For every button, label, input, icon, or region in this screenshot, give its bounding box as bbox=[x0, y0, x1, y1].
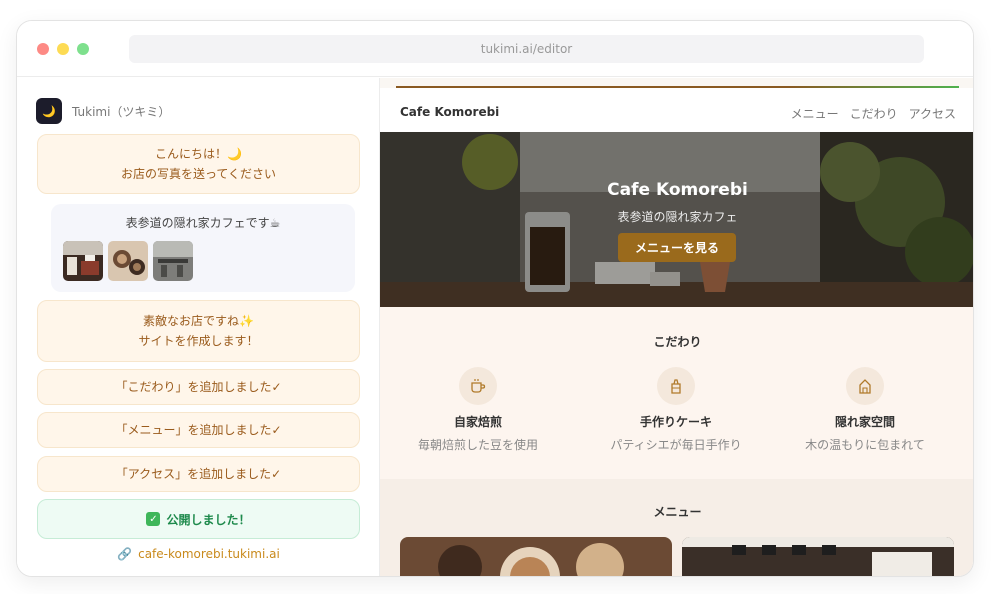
browser-window: tukimi.ai/editor 🌙 Tukimi（ツキミ） こんにちは！🌙 お… bbox=[16, 20, 974, 577]
nav-item-menu[interactable]: メニュー bbox=[791, 105, 839, 122]
nav-item-access[interactable]: アクセス bbox=[909, 105, 956, 122]
feature-desc: 毎朝焙煎した豆を使用 bbox=[417, 438, 538, 452]
preview-progress-line bbox=[396, 86, 959, 88]
cake-icon bbox=[657, 367, 695, 405]
feature-roasting: 自家焙煎 毎朝焙煎した豆を使用 bbox=[388, 367, 568, 453]
status-text: 「アクセス」を追加しました✓ bbox=[115, 467, 282, 481]
status-message-access: 「アクセス」を追加しました✓ bbox=[37, 456, 360, 492]
feature-cake: 手作りケーキ パティシエが毎日手作り bbox=[586, 367, 766, 453]
reply-line-2: サイトを作成します！ bbox=[138, 334, 259, 348]
feature-name: 隠れ家空間 bbox=[834, 415, 895, 429]
view-menu-button[interactable]: メニューを見る bbox=[618, 233, 736, 262]
check-icon: ✓ bbox=[146, 512, 161, 526]
menu-photo bbox=[400, 537, 672, 576]
coffee-cup-icon bbox=[459, 367, 497, 405]
greeting-line-1: こんにちは！🌙 bbox=[155, 147, 242, 161]
app-name: Tukimi（ツキミ） bbox=[72, 104, 171, 119]
photo-thumbnail[interactable] bbox=[63, 241, 103, 281]
house-icon bbox=[846, 367, 884, 405]
feature-desc: パティシエが毎日手作り bbox=[610, 438, 742, 452]
kodawari-section: こだわり 自家焙煎 毎朝焙煎した豆を使用 手作りケーキ パティシエが毎日手作り bbox=[380, 307, 973, 479]
user-message-text: 表参道の隠れ家カフェです☕ bbox=[125, 216, 281, 230]
hero-subtitle: 表参道の隠れ家カフェ bbox=[617, 210, 738, 224]
hero-section: Cafe Komorebi 表参道の隠れ家カフェ メニューを見る bbox=[380, 132, 973, 307]
link-icon: 🔗 bbox=[117, 547, 133, 561]
close-window-button[interactable] bbox=[37, 43, 49, 55]
title-bar: tukimi.ai/editor bbox=[17, 21, 973, 77]
photo-thumbnail[interactable] bbox=[153, 241, 193, 281]
menu-photo bbox=[682, 537, 954, 576]
site-link-text[interactable]: cafe-komorebi.tukimi.ai bbox=[138, 547, 280, 561]
feature-name: 手作りケーキ bbox=[639, 415, 712, 429]
hero-title: Cafe Komorebi bbox=[607, 180, 748, 200]
reply-line-1: 素敵なお店ですね✨ bbox=[143, 314, 254, 328]
menu-title: メニュー bbox=[653, 505, 702, 519]
assistant-greeting-message: こんにちは！🌙 お店の写真を送ってください bbox=[37, 134, 360, 194]
site-nav: メニュー こだわり アクセス bbox=[791, 105, 956, 122]
status-message-menu: 「メニュー」を追加しました✓ bbox=[37, 412, 360, 448]
nav-item-kodawari[interactable]: こだわり bbox=[850, 105, 898, 122]
photo-thumbnail[interactable] bbox=[108, 241, 148, 281]
site-header: Cafe Komorebi メニュー こだわり アクセス bbox=[380, 88, 973, 132]
feature-desc: 木の温もりに包まれて bbox=[805, 438, 925, 452]
status-text: 「メニュー」を追加しました✓ bbox=[115, 423, 282, 437]
published-text: 公開しました！ bbox=[166, 512, 251, 527]
address-bar[interactable]: tukimi.ai/editor bbox=[129, 35, 924, 63]
status-message-kodawari: 「こだわり」を追加しました✓ bbox=[37, 369, 360, 405]
site-preview: Cafe Komorebi メニュー こだわり アクセス Cafe Komore… bbox=[380, 78, 973, 576]
feature-name: 自家焙煎 bbox=[453, 415, 502, 429]
minimize-window-button[interactable] bbox=[57, 43, 69, 55]
status-text: 「こだわり」を追加しました✓ bbox=[115, 380, 282, 394]
published-message: ✓ 公開しました！ bbox=[37, 499, 360, 539]
maximize-window-button[interactable] bbox=[77, 43, 89, 55]
chat-panel: 🌙 Tukimi（ツキミ） こんにちは！🌙 お店の写真を送ってください 表参道の… bbox=[17, 78, 380, 576]
assistant-reply-message: 素敵なお店ですね✨ サイトを作成します！ bbox=[37, 300, 360, 362]
feature-space: 隠れ家空間 木の温もりに包まれて bbox=[775, 367, 955, 453]
photo-attachments bbox=[63, 241, 193, 281]
menu-section: メニュー bbox=[380, 479, 973, 576]
greeting-line-2: お店の写真を送ってください bbox=[120, 167, 277, 181]
published-site-link[interactable]: 🔗 cafe-komorebi.tukimi.ai bbox=[17, 547, 380, 561]
menu-card-coffee[interactable] bbox=[400, 537, 672, 576]
site-logo[interactable]: Cafe Komorebi bbox=[400, 105, 499, 119]
kodawari-title: こだわり bbox=[653, 335, 702, 349]
moon-logo-icon: 🌙 bbox=[36, 98, 62, 124]
app-brand: 🌙 Tukimi（ツキミ） bbox=[36, 98, 170, 124]
user-message: 表参道の隠れ家カフェです☕ bbox=[51, 204, 355, 292]
menu-card-cafe-interior[interactable] bbox=[682, 537, 954, 576]
